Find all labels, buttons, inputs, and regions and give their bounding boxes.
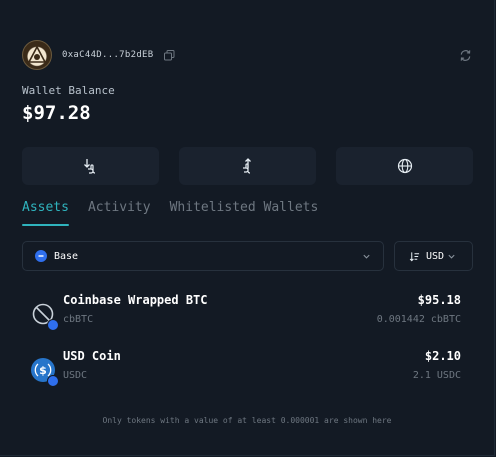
- asset-symbol: cbBTC: [63, 314, 94, 325]
- wallet-header: 0xaC44D...7b2dEB: [22, 40, 472, 70]
- send-button[interactable]: [179, 147, 316, 185]
- asset-name: USD Coin: [63, 349, 121, 363]
- avatar-emblem-icon: [28, 46, 46, 63]
- network-select[interactable]: Base: [22, 241, 384, 271]
- network-label: Base: [54, 250, 79, 262]
- tab-activity[interactable]: Activity: [88, 200, 151, 226]
- chevron-down-icon: [362, 252, 371, 261]
- asset-row-cbbtc[interactable]: Coinbase Wrapped BTC cbBTC $95.18 0.0014…: [30, 293, 461, 333]
- sort-icon: [409, 247, 420, 266]
- base-network-icon: [35, 250, 47, 262]
- asset-name: Coinbase Wrapped BTC: [63, 293, 208, 307]
- tab-whitelisted-wallets[interactable]: Whitelisted Wallets: [170, 200, 319, 226]
- copy-icon[interactable]: [163, 49, 175, 61]
- balance-label: Wallet Balance: [22, 84, 115, 97]
- receive-button[interactable]: [22, 147, 159, 185]
- wallet-panel: 0xaC44D...7b2dEB Wallet Balance $97.28 A…: [0, 0, 495, 456]
- svg-text:$: $: [39, 364, 47, 377]
- globe-icon: [397, 158, 412, 174]
- tab-assets[interactable]: Assets: [22, 200, 69, 226]
- action-bar: [22, 147, 473, 185]
- chevron-down-icon: [447, 252, 456, 261]
- asset-row-usdc[interactable]: $ USD Coin USDC $2.10 2.1 USDC: [30, 349, 461, 389]
- globe-button[interactable]: [336, 147, 473, 185]
- token-filter-note: Only tokens with a value of at least 0.0…: [102, 416, 392, 425]
- send-icon: [242, 158, 251, 174]
- asset-amount: 0.001442 cbBTC: [376, 314, 461, 325]
- asset-amount: 2.1 USDC: [412, 370, 461, 381]
- balance-value: $97.28: [22, 102, 91, 124]
- currency-select[interactable]: USD: [394, 241, 473, 271]
- asset-value: $95.18: [417, 293, 461, 307]
- base-network-badge-icon: [47, 375, 59, 387]
- currency-label: USD: [426, 250, 445, 262]
- receive-icon: [83, 159, 95, 174]
- wallet-address: 0xaC44D...7b2dEB: [62, 50, 154, 60]
- base-network-badge-icon: [47, 319, 59, 331]
- tab-bar: Assets Activity Whitelisted Wallets: [22, 200, 337, 228]
- asset-symbol: USDC: [63, 370, 88, 381]
- asset-value: $2.10: [424, 349, 461, 363]
- wallet-avatar[interactable]: [22, 40, 52, 70]
- refresh-icon[interactable]: [459, 49, 472, 62]
